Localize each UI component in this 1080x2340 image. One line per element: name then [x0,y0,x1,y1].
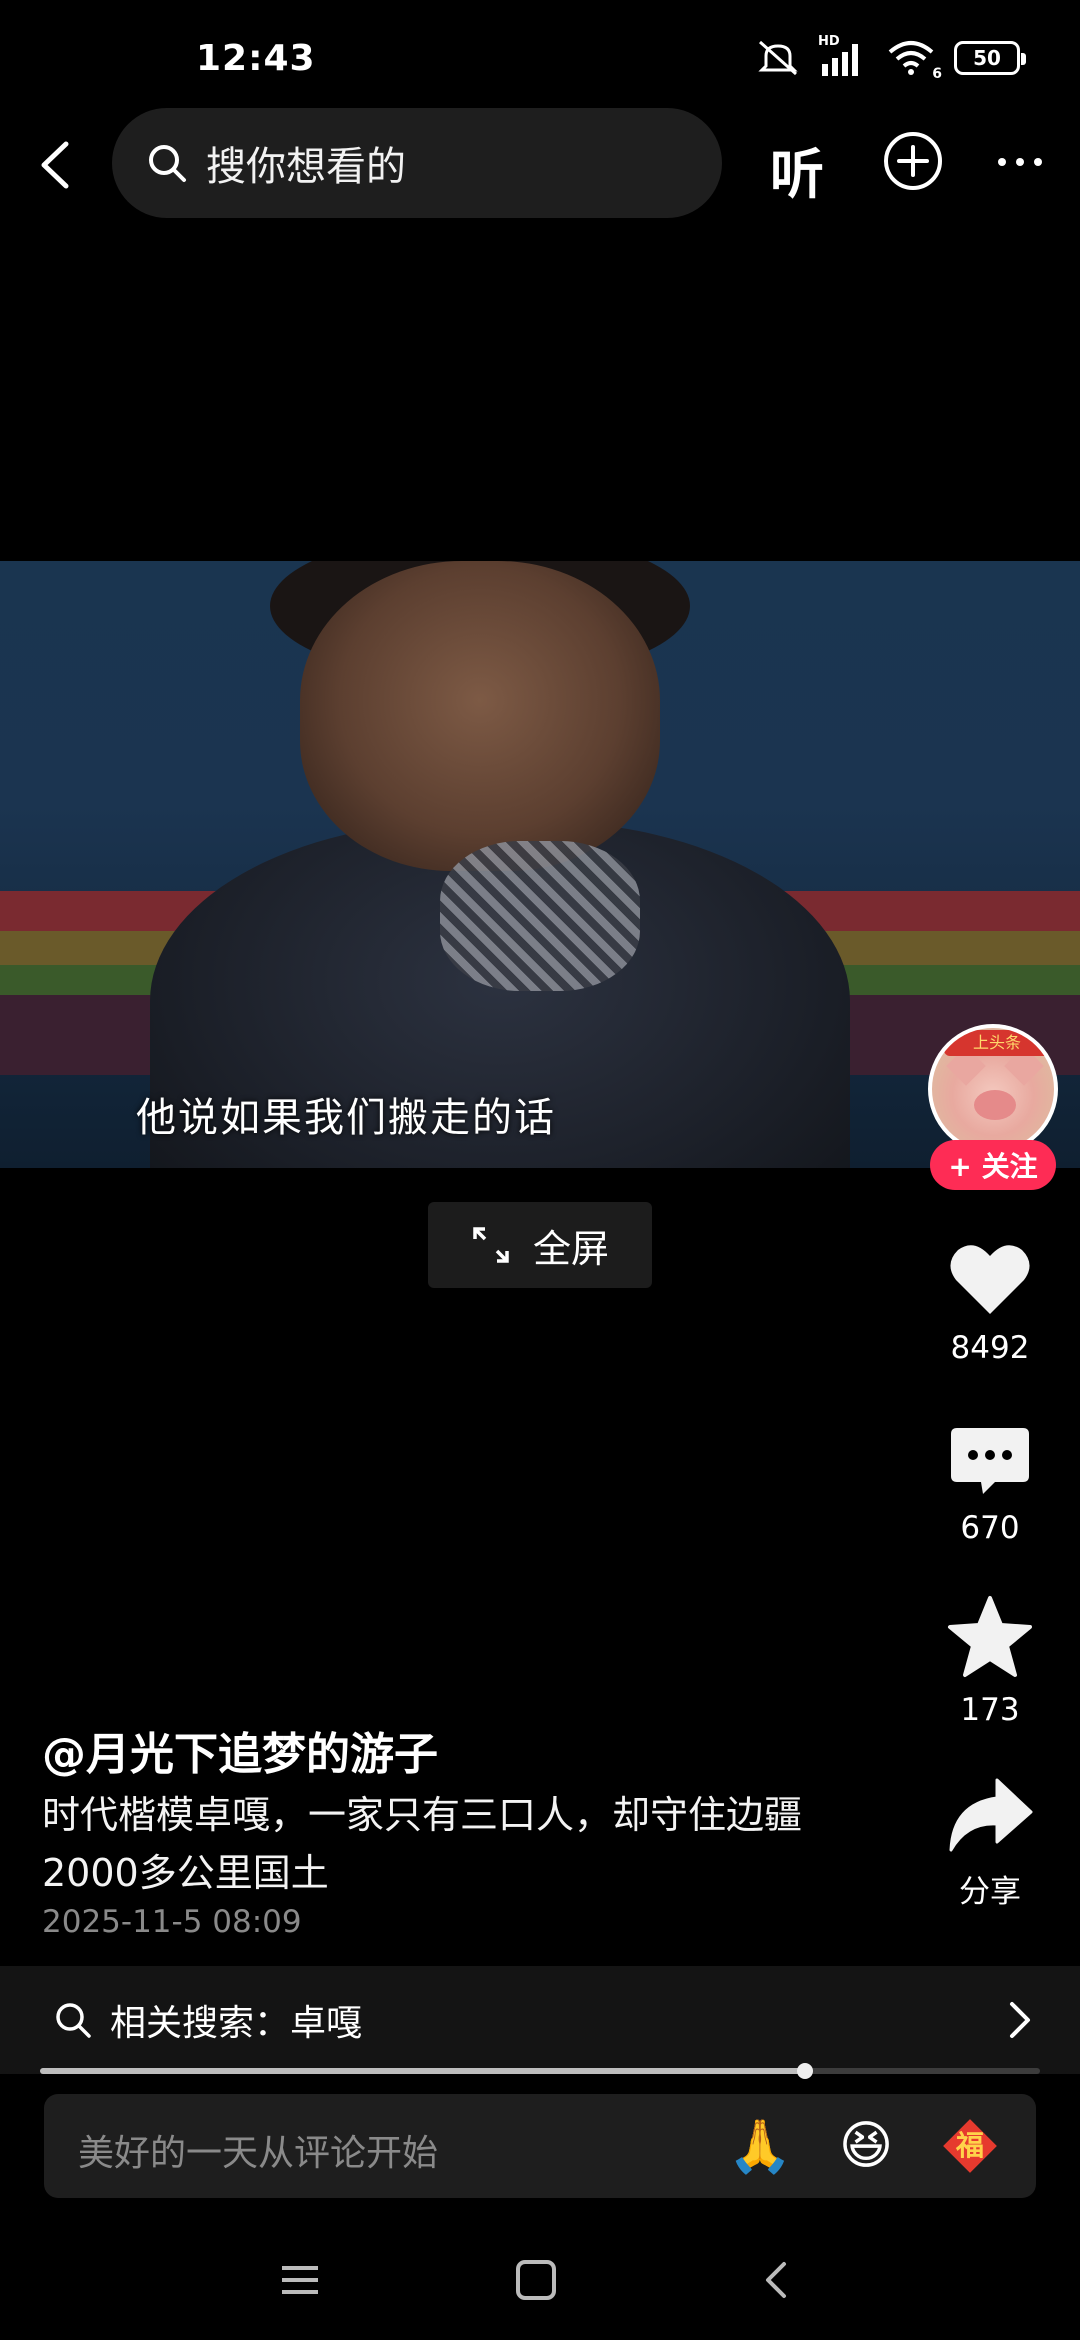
related-search-label: 相关搜索：卓嘎 [110,2003,363,2044]
follow-button[interactable]: + 关注 [930,1140,1056,1190]
post-description: 时代楷模卓嘎，一家只有三口人，却守住边疆2000多公里国土 [42,1793,803,1895]
battery-level: 50 [973,46,1001,70]
emoji-laugh-button[interactable]: 😆 [834,2114,898,2178]
favorite-button[interactable]: 173 [940,1594,1040,1728]
share-arrow-icon [949,1778,1033,1852]
wifi-icon: 6 [886,38,942,82]
pig-snout [974,1090,1016,1120]
wifi-label: 6 [932,66,942,82]
status-icons: HD 6 50 [756,34,1026,82]
emoji-pray-button[interactable]: 🙏 [728,2114,793,2178]
like-button[interactable]: 8492 [940,1240,1040,1366]
chevron-left-icon [41,141,69,189]
back-nav-icon[interactable] [756,2258,800,2302]
top-nav: 搜你想看的 听 [0,108,1080,220]
heart-icon [950,1245,1030,1314]
share-label: 分享 [959,1874,1021,1910]
emoji-fu-button[interactable]: 福 [938,2114,1002,2178]
status-time: 12:43 [196,38,316,79]
plus-circle-icon [884,132,942,190]
avatar-banner: 上头条 [944,1030,1050,1056]
comment-button[interactable]: 670 [940,1424,1040,1546]
search-input[interactable]: 搜你想看的 [112,108,722,218]
video-subject-scarf [440,841,640,991]
system-nav-bar [0,2230,1080,2340]
favorite-count: 173 [960,1692,1020,1728]
post-date: 2025-11-5 08:09 [42,1904,302,1940]
comment-count: 670 [960,1510,1020,1546]
search-icon [149,145,186,182]
video-subtitle: 他说如果我们搬走的话 [136,1095,556,1141]
more-dots-icon [998,158,1042,166]
video-subject-face [300,561,660,871]
comment-placeholder: 美好的一天从评论开始 [78,2133,439,2174]
author-name[interactable]: @月光下追梦的游子 [42,1718,438,1782]
fullscreen-label: 全屏 [532,1226,609,1271]
like-count: 8492 [950,1330,1030,1366]
creator-avatar-group: 上头条 + 关注 [924,1024,1064,1194]
battery-icon: 50 [954,41,1026,75]
video-progress-bar[interactable] [40,2063,1040,2079]
more-button[interactable] [990,132,1050,192]
comment-bubble-icon [951,1428,1029,1494]
menu-icon[interactable] [278,2258,322,2302]
mute-icon [758,40,798,76]
back-button[interactable] [22,130,92,200]
video-player[interactable]: 他说如果我们搬走的话 [0,561,1080,1168]
status-bar: 12:43 HD 6 50 [0,0,1080,110]
chevron-right-icon [1010,2002,1030,2038]
cell-signal-icon: HD [818,34,868,78]
star-icon [948,1596,1032,1677]
avatar[interactable]: 上头条 [928,1024,1058,1154]
search-icon [56,2003,91,2038]
progress-handle[interactable] [797,2063,813,2079]
search-placeholder: 搜你想看的 [206,144,406,190]
listen-button[interactable]: 听 [770,130,824,209]
fullscreen-button[interactable]: 全屏 [428,1202,652,1288]
add-button[interactable] [882,130,944,192]
home-icon[interactable] [514,2258,558,2302]
related-search-bar[interactable]: 相关搜索：卓嘎 [0,1966,1080,2074]
share-button[interactable]: 分享 [940,1776,1040,1911]
progress-fill [40,2068,805,2074]
fu-character: 福 [955,2129,984,2162]
comment-input[interactable]: 美好的一天从评论开始 🙏 😆 福 [44,2094,1036,2198]
expand-icon [473,1227,509,1263]
